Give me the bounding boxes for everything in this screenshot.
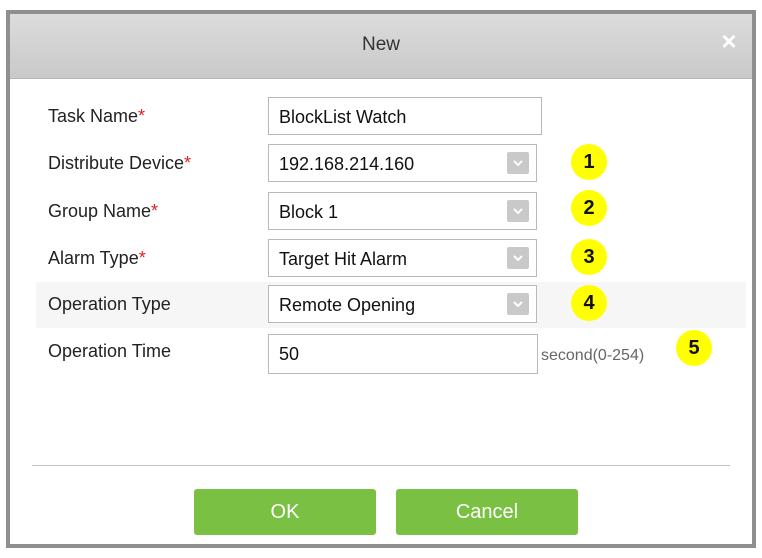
distribute-device-value: 192.168.214.160	[279, 154, 415, 174]
new-task-dialog: New × Task Name* BlockList Watch Distrib…	[6, 10, 756, 548]
group-name-value: Block 1	[279, 202, 339, 222]
dialog-title: New	[361, 34, 400, 55]
alarm-type-value: Target Hit Alarm	[279, 249, 408, 269]
operation-time-value: 50	[279, 344, 300, 364]
operation-time-row: Operation Time 50 second(0-254) 5	[36, 329, 746, 375]
chevron-down-icon[interactable]	[507, 247, 529, 269]
dialog-titlebar: New ×	[10, 14, 752, 79]
distribute-device-row: Distribute Device* 192.168.214.160 1	[36, 141, 746, 187]
required-mark: *	[138, 106, 146, 126]
required-mark: *	[151, 201, 159, 221]
required-mark: *	[184, 153, 192, 173]
operation-time-input[interactable]: 50	[268, 334, 538, 374]
group-name-row: Group Name* Block 1 2	[36, 189, 746, 235]
task-name-row: Task Name* BlockList Watch	[36, 94, 746, 140]
callout-badge-5: 5	[676, 330, 712, 366]
chevron-down-icon[interactable]	[507, 152, 529, 174]
group-name-select[interactable]: Block 1	[268, 192, 537, 230]
task-name-value: BlockList Watch	[279, 107, 407, 127]
operation-type-row: Operation Type Remote Opening 4	[36, 282, 746, 328]
task-name-input[interactable]: BlockList Watch	[268, 97, 542, 135]
operation-type-value: Remote Opening	[279, 295, 416, 315]
callout-badge-2: 2	[571, 190, 607, 226]
footer-divider	[32, 465, 730, 466]
chevron-down-icon[interactable]	[507, 200, 529, 222]
distribute-device-label: Distribute Device*	[48, 153, 192, 173]
operation-type-label: Operation Type	[48, 294, 171, 314]
chevron-down-icon[interactable]	[507, 293, 529, 315]
alarm-type-row: Alarm Type* Target Hit Alarm 3	[36, 236, 746, 282]
operation-time-label: Operation Time	[48, 341, 172, 361]
cancel-button[interactable]: Cancel	[396, 489, 578, 535]
operation-time-unit: second(0-254)	[541, 347, 645, 364]
group-name-label: Group Name*	[48, 201, 159, 221]
required-mark: *	[138, 248, 146, 268]
operation-type-select[interactable]: Remote Opening	[268, 285, 537, 323]
callout-badge-3: 3	[571, 239, 607, 275]
callout-badge-4: 4	[571, 285, 607, 321]
task-name-label: Task Name*	[48, 106, 146, 126]
alarm-type-label: Alarm Type*	[48, 248, 146, 268]
callout-badge-1: 1	[571, 144, 607, 180]
alarm-type-select[interactable]: Target Hit Alarm	[268, 239, 537, 277]
close-icon[interactable]: ×	[716, 28, 742, 54]
distribute-device-select[interactable]: 192.168.214.160	[268, 144, 537, 182]
ok-button[interactable]: OK	[194, 489, 376, 535]
